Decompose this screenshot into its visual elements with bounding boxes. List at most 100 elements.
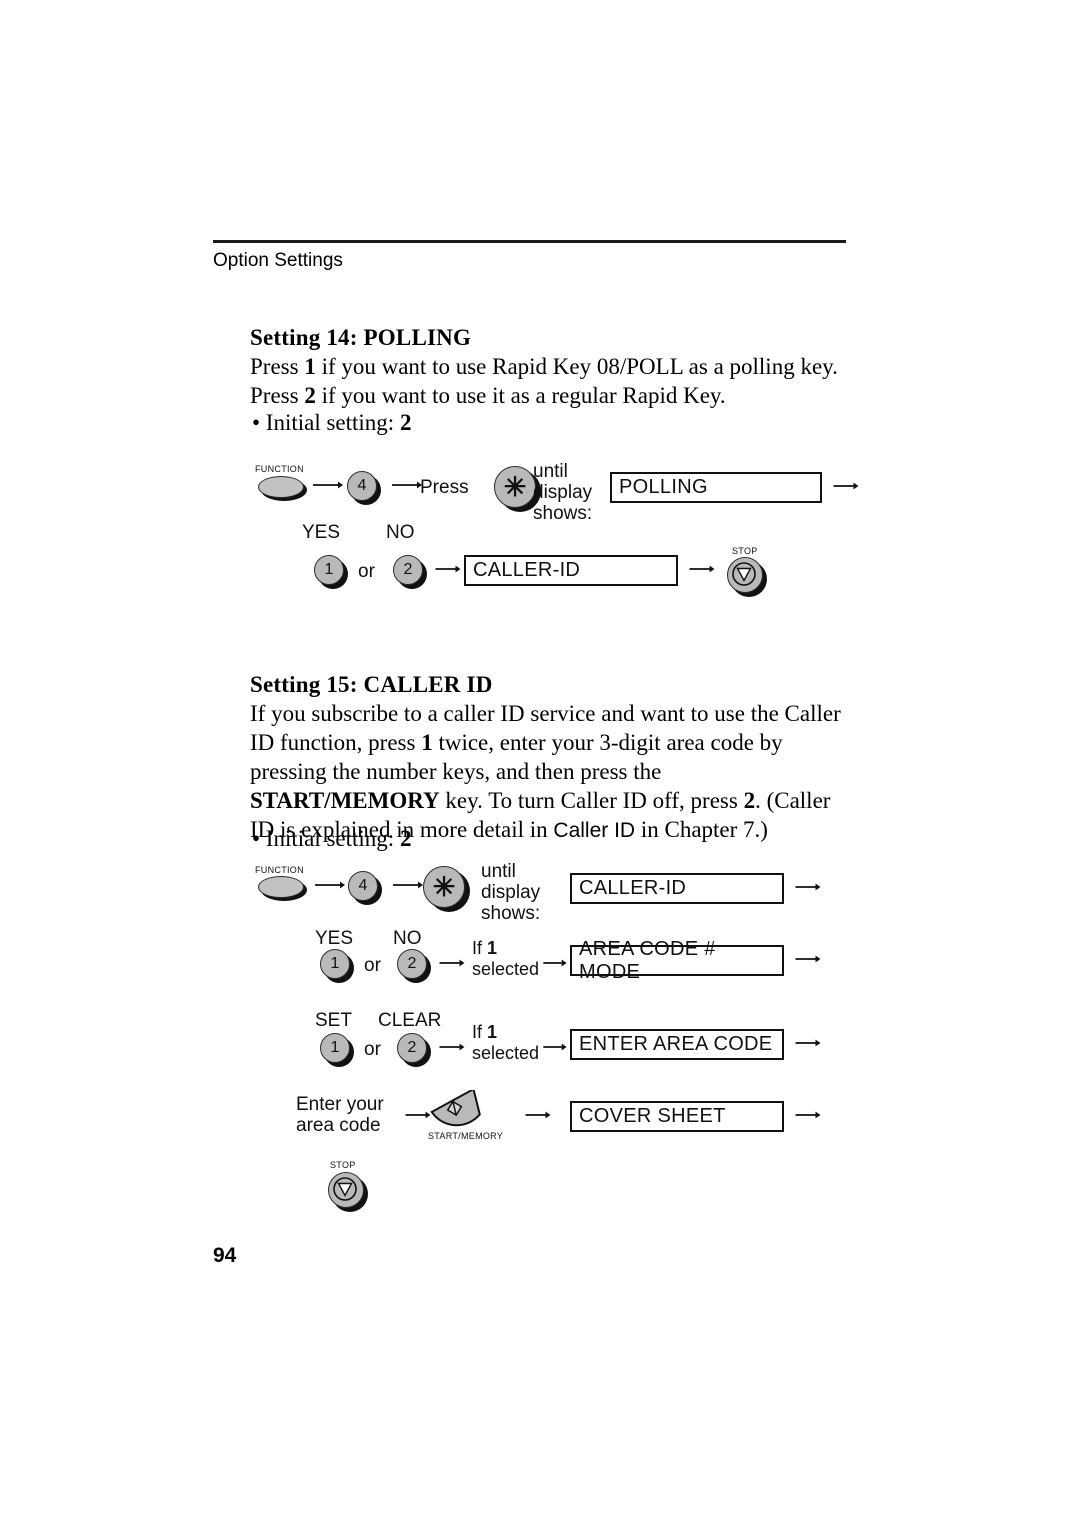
initial-setting-value: 2 <box>399 826 412 851</box>
function-key-face <box>258 876 304 898</box>
if-prefix: If <box>472 1022 488 1042</box>
stop-key-1[interactable] <box>727 557 767 597</box>
start-memory-icon <box>430 1087 481 1127</box>
numeric-key-1-b[interactable]: 1 <box>320 949 354 983</box>
if-value: 1 <box>487 1022 498 1042</box>
arrow-right-icon <box>525 1111 551 1119</box>
arrow-right-icon <box>689 565 715 573</box>
initial-setting-polling: • Initial setting: 2 <box>252 410 411 436</box>
arrow-right-icon <box>313 481 343 489</box>
if-value: 1 <box>487 938 498 958</box>
until-line-3: shows: <box>533 503 593 524</box>
numeric-key-4-b[interactable]: 4 <box>348 871 382 905</box>
section-heading-polling: Setting 14: POLLING <box>250 325 472 350</box>
enter-area-code-instruction: Enter your area code <box>296 1094 384 1136</box>
arrow-right-icon <box>315 881 345 889</box>
arrow-right-icon <box>435 565 461 573</box>
arrow-right-icon <box>795 1039 821 1047</box>
numeric-key-2-b[interactable]: 2 <box>397 949 431 983</box>
function-key-caption-2: FUNCTION <box>255 865 304 875</box>
display-box-area-code-mode: AREA CODE # MODE <box>570 938 784 983</box>
section-heading-caller-id: Setting 15: CALLER ID <box>250 672 493 697</box>
start-memory-key-caption: START/MEMORY <box>428 1131 504 1141</box>
function-key-face <box>258 476 304 498</box>
display-box-caller-id-1: CALLER-ID <box>464 555 678 586</box>
or-label-1: or <box>358 561 375 582</box>
key-face-label: 2 <box>397 949 427 979</box>
numeric-key-4[interactable]: 4 <box>347 471 381 505</box>
arrow-right-icon <box>795 883 821 891</box>
section-paragraph-caller-id: If you subscribe to a caller ID service … <box>250 701 841 842</box>
arrow-right-icon <box>439 959 465 967</box>
section-paragraph-polling: Press 1 if you want to use Rapid Key 08/… <box>250 354 838 408</box>
initial-setting-caller-id: • Initial setting: 2 <box>252 826 411 852</box>
yes-label-1: YES <box>302 522 341 543</box>
display-box-cover-sheet: COVER SHEET <box>570 1101 784 1132</box>
numeric-key-2[interactable]: 2 <box>393 555 427 589</box>
display-box-enter-area-code: ENTER AREA CODE <box>570 1029 784 1060</box>
yes-label-2: YES <box>315 928 354 949</box>
selected-line: selected <box>472 959 540 979</box>
key-face-label: 1 <box>320 1033 350 1063</box>
arrow-right-icon <box>795 1111 821 1119</box>
enter-line-1: Enter your <box>296 1094 384 1115</box>
until-display-shows-2: until display shows: <box>481 861 540 924</box>
numeric-key-1[interactable]: 1 <box>314 555 348 589</box>
header-rule <box>213 240 846 243</box>
if-1-selected-label-a: If 1 selected <box>472 938 539 980</box>
if-1-line: If 1 <box>472 938 539 959</box>
initial-setting-value: 2 <box>399 410 412 435</box>
no-label-2: NO <box>393 928 422 949</box>
function-key-1[interactable] <box>258 476 307 501</box>
if-1-selected-label-b: If 1 selected <box>472 1022 539 1064</box>
stop-key-caption-1: STOP <box>732 546 758 556</box>
key-face-label: 2 <box>393 555 423 585</box>
start-memory-key[interactable] <box>428 1087 482 1132</box>
until-line-3: shows: <box>481 903 541 924</box>
numeric-key-1-c[interactable]: 1 <box>320 1033 354 1067</box>
key-face-label: 1 <box>320 949 350 979</box>
until-line-2: display <box>481 882 541 903</box>
press-label: Press <box>420 477 469 498</box>
display-box-caller-id-2: CALLER-ID <box>570 873 784 904</box>
arrow-right-icon <box>795 955 821 963</box>
or-label-3: or <box>364 1039 381 1060</box>
key-face-label: 1 <box>314 555 344 585</box>
until-line-1: until <box>533 461 568 482</box>
stop-triangle-icon <box>333 1177 357 1201</box>
star-key-glyph: ✳ <box>494 466 536 508</box>
function-key-caption-1: FUNCTION <box>255 464 304 474</box>
arrow-right-icon <box>543 1043 567 1051</box>
until-line-2: display <box>533 482 593 503</box>
initial-setting-label: • Initial setting: <box>252 410 395 435</box>
arrow-right-icon <box>439 1043 465 1051</box>
clear-label: CLEAR <box>378 1010 442 1031</box>
star-key-glyph: ✳ <box>423 866 465 908</box>
display-box-polling: POLLING <box>610 472 822 503</box>
key-face-label: 2 <box>397 1033 427 1063</box>
page-number: 94 <box>213 1244 237 1267</box>
or-label-2: or <box>364 955 381 976</box>
star-key-2[interactable]: ✳ <box>423 866 470 912</box>
arrow-right-icon <box>543 959 567 967</box>
if-1-line: If 1 <box>472 1022 539 1043</box>
no-label-1: NO <box>386 522 415 543</box>
running-header: Option Settings <box>213 250 343 271</box>
selected-line: selected <box>472 1043 540 1063</box>
key-face-label: 4 <box>348 871 378 901</box>
stop-key-caption-2: STOP <box>330 1160 356 1170</box>
star-key-1[interactable]: ✳ <box>494 466 541 512</box>
initial-setting-label: • Initial setting: <box>252 826 395 851</box>
enter-line-2: area code <box>296 1115 381 1136</box>
arrow-right-icon <box>833 482 859 490</box>
function-key-2[interactable] <box>258 876 307 901</box>
numeric-key-2-c[interactable]: 2 <box>397 1033 431 1067</box>
until-display-shows-1: until display shows: <box>533 461 592 524</box>
set-label: SET <box>315 1010 352 1031</box>
if-prefix: If <box>472 938 488 958</box>
arrow-right-icon <box>393 881 423 889</box>
until-line-1: until <box>481 861 516 882</box>
stop-key-2[interactable] <box>328 1172 368 1212</box>
stop-triangle-icon <box>732 562 756 586</box>
key-face-label: 4 <box>347 471 377 501</box>
